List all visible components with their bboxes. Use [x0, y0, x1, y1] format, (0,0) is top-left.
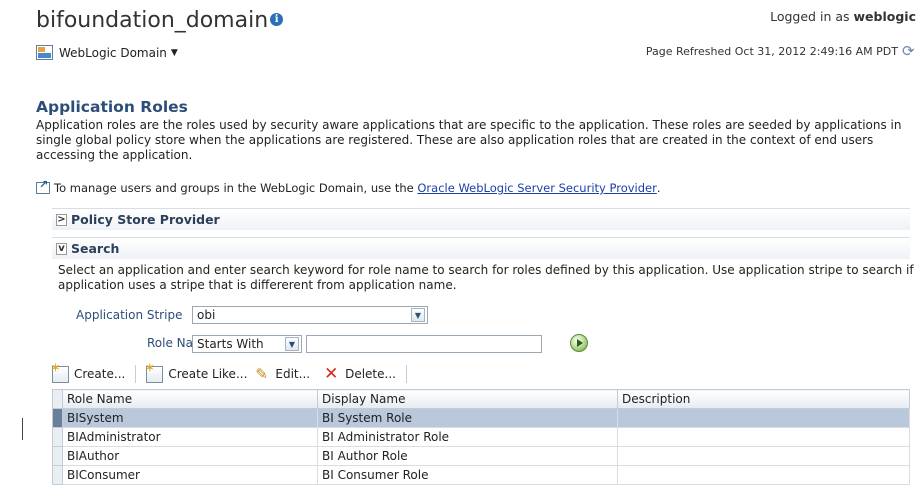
- chevron-down-icon: ▼: [170, 47, 178, 58]
- column-header-description[interactable]: Description: [617, 389, 910, 409]
- cell-role-name: BIConsumer: [62, 465, 318, 485]
- delete-label: Delete...: [345, 367, 396, 381]
- domain-title: bifoundation_domain i: [36, 8, 284, 33]
- cell-description: [617, 408, 910, 428]
- policy-store-label: Policy Store Provider: [71, 212, 220, 227]
- policy-store-panel-header[interactable]: > Policy Store Provider: [52, 208, 910, 230]
- create-label: Create...: [74, 367, 126, 381]
- create-like-icon: [144, 361, 164, 383]
- logged-in-prefix: Logged in as: [770, 9, 850, 24]
- row-selector-header: [52, 389, 63, 409]
- pencil-icon: ✎: [255, 365, 268, 383]
- domain-menu-label: WebLogic Domain: [59, 45, 167, 60]
- create-icon: [50, 361, 69, 383]
- app-stripe-value: obi: [197, 308, 216, 322]
- roles-toolbar: Create... Create Like... ✎ Edit... ✕ Del…: [50, 361, 417, 386]
- create-button[interactable]: Create...: [50, 361, 126, 383]
- page-refreshed-text: Page Refreshed Oct 31, 2012 2:49:16 AM P…: [645, 44, 898, 58]
- manage-users-note: To manage users and groups in the WebLog…: [36, 178, 661, 195]
- chevron-right-icon[interactable]: >: [56, 213, 67, 226]
- chevron-down-icon[interactable]: ▼: [285, 337, 299, 351]
- red-x-icon: ✕: [324, 364, 339, 384]
- column-header-display-name[interactable]: Display Name: [317, 389, 618, 409]
- row-selector[interactable]: [52, 408, 63, 428]
- edit-label: Edit...: [275, 367, 311, 381]
- toolbar-divider: [405, 365, 407, 383]
- app-stripe-label: Application Stripe: [76, 308, 183, 322]
- refresh-icon[interactable]: ⟳: [902, 44, 918, 59]
- search-label: Search: [71, 241, 120, 256]
- chevron-down-icon[interactable]: ▼: [411, 308, 425, 322]
- create-like-label: Create Like...: [168, 367, 248, 381]
- table-row[interactable]: BIConsumer BI Consumer Role: [52, 465, 910, 485]
- cell-role-name: BIAdministrator: [62, 427, 318, 447]
- cell-display-name: BI Administrator Role: [317, 427, 618, 447]
- splitter-handle[interactable]: [22, 418, 23, 440]
- role-name-operator-value: Starts With: [197, 337, 264, 351]
- info-icon[interactable]: i: [270, 12, 284, 26]
- logged-in-user: weblogic: [853, 9, 917, 24]
- table-row[interactable]: BIAuthor BI Author Role: [52, 446, 910, 466]
- table-row[interactable]: BISystem BI System Role: [52, 408, 910, 428]
- security-provider-link[interactable]: Oracle WebLogic Server Security Provider: [417, 181, 656, 195]
- weblogic-domain-menu[interactable]: WebLogic Domain ▼: [36, 45, 178, 60]
- roles-table: Role Name Display Name Description BISys…: [52, 389, 910, 485]
- weblogic-domain-icon: [36, 45, 53, 60]
- cell-description: [617, 465, 910, 485]
- cell-display-name: BI System Role: [317, 408, 618, 428]
- domain-title-text: bifoundation_domain: [36, 8, 269, 33]
- role-name-operator-select[interactable]: Starts With ▼: [192, 335, 302, 353]
- page-refreshed: Page Refreshed Oct 31, 2012 2:49:16 AM P…: [645, 44, 918, 59]
- page-header: bifoundation_domain i WebLogic Domain ▼ L…: [0, 0, 920, 70]
- table-row[interactable]: BIAdministrator BI Administrator Role: [52, 427, 910, 447]
- manage-suffix: .: [656, 181, 661, 195]
- edit-button[interactable]: ✎ Edit...: [255, 366, 310, 382]
- table-header-row: Role Name Display Name Description: [52, 389, 910, 409]
- chevron-down-icon[interactable]: v: [56, 242, 67, 255]
- logged-in-status: Logged in as weblogic: [770, 9, 916, 24]
- column-header-role-name[interactable]: Role Name: [62, 389, 318, 409]
- page-description: Application roles are the roles used by …: [36, 118, 902, 162]
- go-arrow-icon[interactable]: [570, 334, 588, 352]
- external-link-icon: [36, 178, 50, 194]
- row-selector[interactable]: [52, 446, 63, 466]
- create-like-button[interactable]: Create Like...: [144, 361, 248, 383]
- search-description: Select an application and enter search k…: [58, 263, 914, 292]
- cell-description: [617, 446, 910, 466]
- row-selector[interactable]: [52, 427, 63, 447]
- cell-display-name: BI Consumer Role: [317, 465, 618, 485]
- search-panel-header[interactable]: v Search: [52, 237, 910, 259]
- role-name-input[interactable]: [306, 335, 542, 353]
- cell-description: [617, 427, 910, 447]
- cell-display-name: BI Author Role: [317, 446, 618, 466]
- manage-text: To manage users and groups in the WebLog…: [54, 181, 414, 195]
- app-stripe-select[interactable]: obi ▼: [192, 306, 428, 324]
- row-selector[interactable]: [52, 465, 63, 485]
- delete-button[interactable]: ✕ Delete...: [324, 364, 396, 384]
- toolbar-divider: [135, 365, 137, 383]
- cell-role-name: BISystem: [62, 408, 318, 428]
- page-title: Application Roles: [36, 98, 188, 116]
- cell-role-name: BIAuthor: [62, 446, 318, 466]
